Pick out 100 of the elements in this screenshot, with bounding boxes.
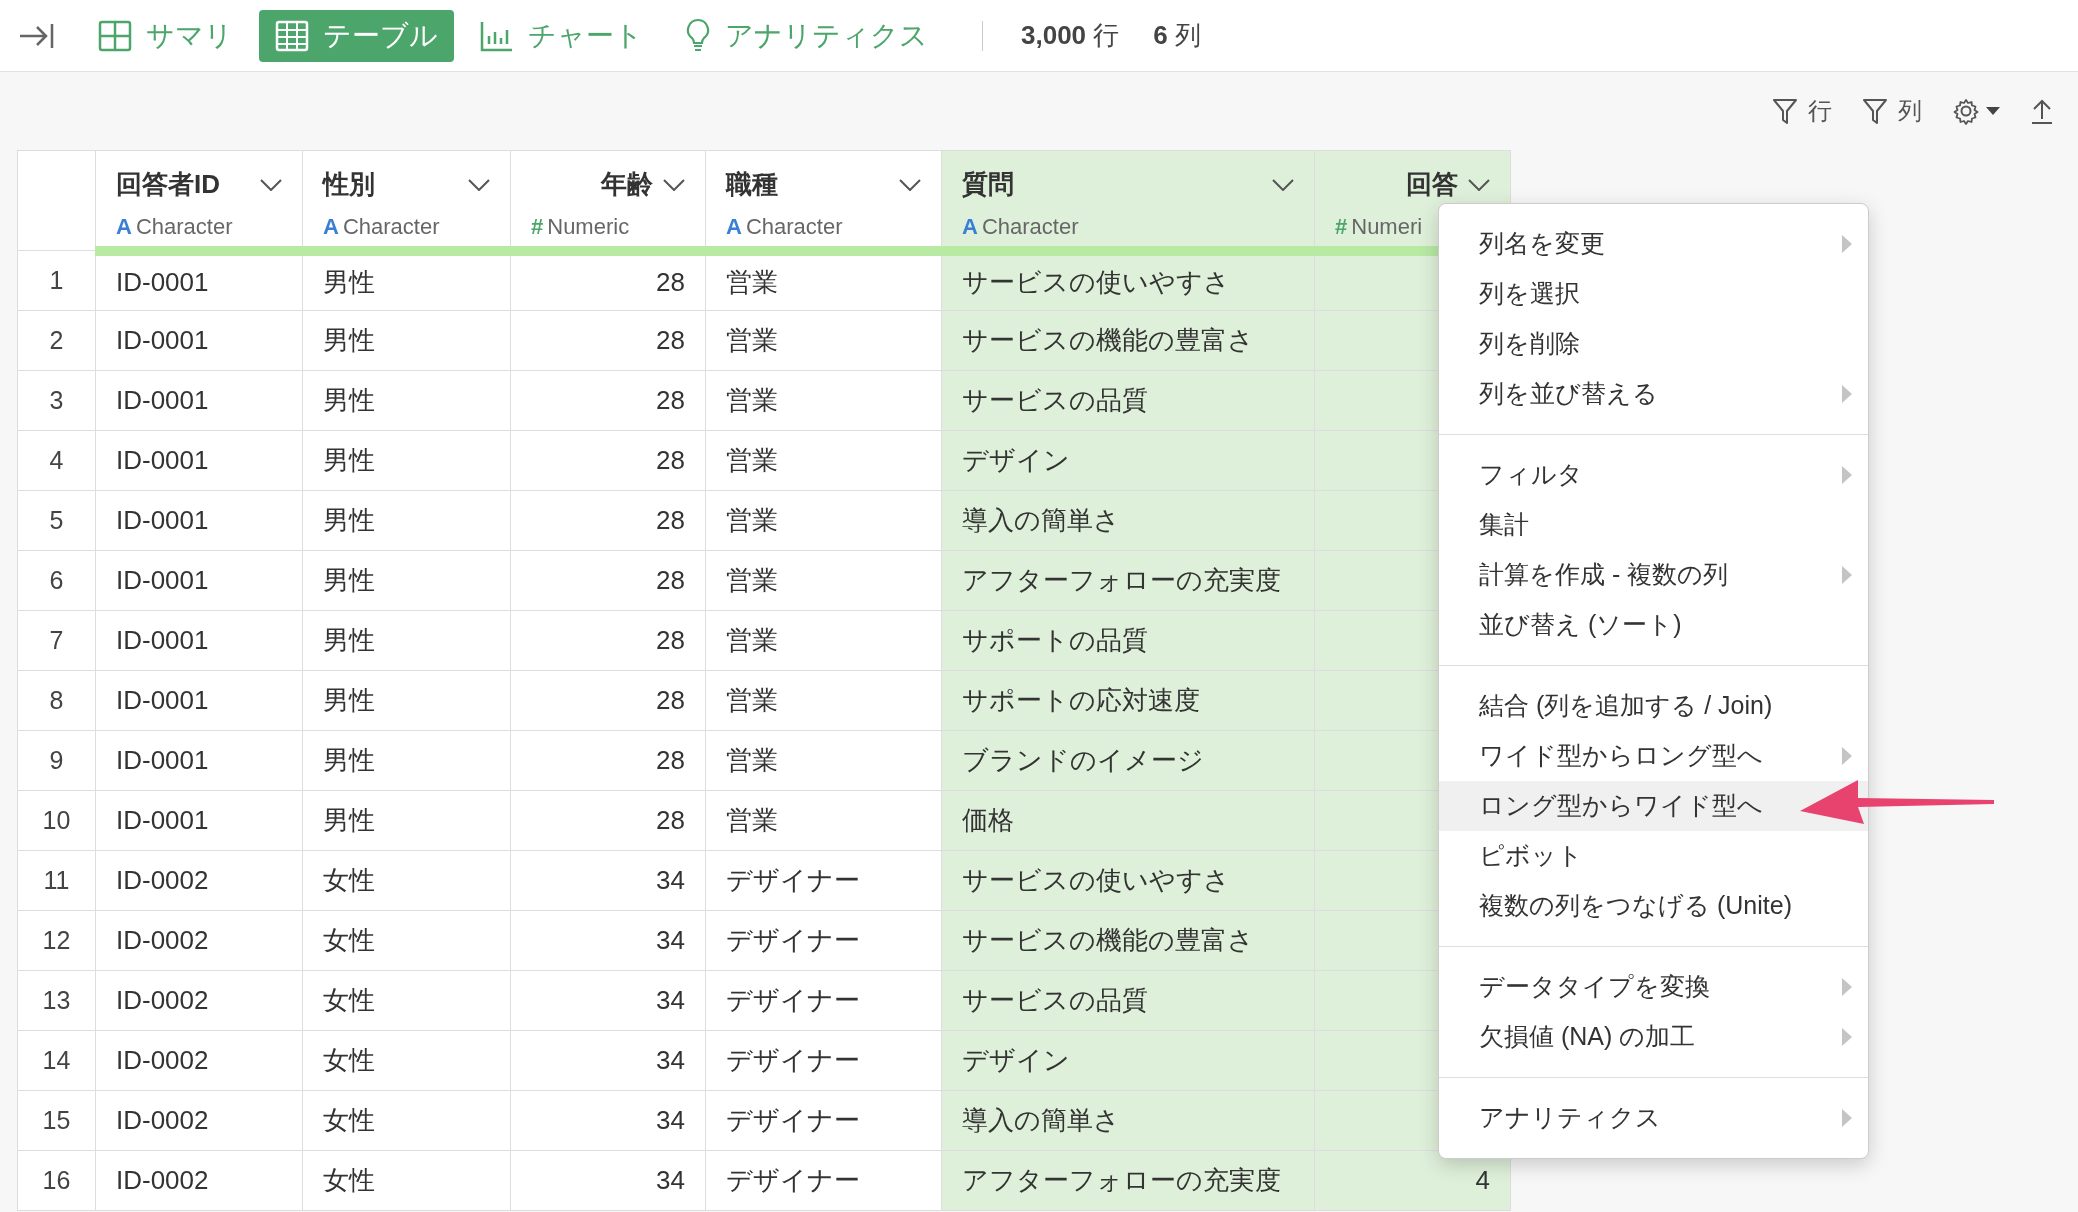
menu-item[interactable]: アナリティクス xyxy=(1439,1093,1868,1143)
menu-item[interactable]: 複数の列をつなげる (Unite) xyxy=(1439,881,1868,931)
table-cell: ID-0002 xyxy=(95,850,303,911)
chevron-down-icon[interactable] xyxy=(899,178,921,191)
table-cell: デザイナー xyxy=(705,1030,942,1091)
menu-item[interactable]: 列を削除 xyxy=(1439,319,1868,369)
bar-chart-icon xyxy=(480,19,514,52)
column-name: 年齢 xyxy=(601,168,653,201)
chevron-down-icon[interactable] xyxy=(1468,178,1490,191)
table-cell: デザイン xyxy=(941,430,1315,491)
table-cell: 男性 xyxy=(302,790,511,851)
column-filter-button[interactable]: 列 xyxy=(1862,93,1922,129)
table-cell: 営業 xyxy=(705,430,942,491)
count-label: 6 列 xyxy=(1153,19,1201,52)
table-cell: ID-0001 xyxy=(95,310,303,371)
column-name: 性別 xyxy=(323,168,375,201)
table-cell: サービスの使いやすさ xyxy=(941,850,1315,911)
settings-icon xyxy=(1952,97,1980,125)
table-cell: 女性 xyxy=(302,1090,511,1151)
type-label: Numeric xyxy=(547,213,630,241)
table-cell: デザイナー xyxy=(705,1090,942,1151)
table-cell: デザイナー xyxy=(705,850,942,911)
table-cell: 導入の簡単さ xyxy=(941,490,1315,551)
menu-item[interactable]: 集計 xyxy=(1439,500,1868,550)
table-cell: デザイナー xyxy=(705,970,942,1031)
row-number: 14 xyxy=(17,1030,96,1091)
menu-item[interactable]: 結合 (列を追加する / Join) xyxy=(1439,681,1868,731)
table-cell: 28 xyxy=(510,370,706,431)
table-cell: ID-0001 xyxy=(95,610,303,671)
table-cell: 28 xyxy=(510,730,706,791)
table-cell: ID-0002 xyxy=(95,910,303,971)
table-cell: 34 xyxy=(510,1090,706,1151)
row-filter-button[interactable]: 行 xyxy=(1772,93,1832,129)
type-label: Numeri xyxy=(1351,213,1423,241)
row-number: 7 xyxy=(17,610,96,671)
row-number: 1 xyxy=(17,250,96,311)
row-number: 10 xyxy=(17,790,96,851)
menu-item[interactable]: データタイプを変換 xyxy=(1439,962,1868,1012)
table-icon xyxy=(275,19,309,52)
chevron-down-icon[interactable] xyxy=(663,178,685,191)
count-label: 3,000 行 xyxy=(1021,19,1120,52)
lightbulb-icon xyxy=(685,17,711,54)
row-number: 4 xyxy=(17,430,96,491)
type-label: Character xyxy=(745,213,843,241)
table-cell: 営業 xyxy=(705,310,942,371)
column-name: 回答 xyxy=(1406,168,1458,201)
table-cell: 34 xyxy=(510,970,706,1031)
table-cell: デザイナー xyxy=(705,1150,942,1211)
menu-item[interactable]: 列を並び替える xyxy=(1439,369,1868,419)
menu-item[interactable]: ピボット xyxy=(1439,831,1868,881)
table-cell: 28 xyxy=(510,550,706,611)
type-icon: # xyxy=(1335,210,1348,241)
table-cell: 女性 xyxy=(302,910,511,971)
menu-item[interactable]: 計算を作成 - 複数の列 xyxy=(1439,550,1868,600)
table-cell: 34 xyxy=(510,850,706,911)
table-cell: 34 xyxy=(510,910,706,971)
row-number: 6 xyxy=(17,550,96,611)
menu-item[interactable]: ロング型からワイド型へ xyxy=(1439,781,1868,831)
table-cell: サービスの品質 xyxy=(941,370,1315,431)
chevron-down-icon[interactable] xyxy=(260,178,282,191)
table-cell: ID-0001 xyxy=(95,730,303,791)
table-cell: サービスの機能の豊富さ xyxy=(941,310,1315,371)
menu-item[interactable]: フィルタ xyxy=(1439,450,1868,500)
table-cell: アフターフォローの充実度 xyxy=(941,1150,1315,1211)
table-cell: サポートの品質 xyxy=(941,610,1315,671)
column-name: 職種 xyxy=(726,168,778,201)
table-cell: 営業 xyxy=(705,550,942,611)
menu-item[interactable]: 列を選択 xyxy=(1439,269,1868,319)
table-cell: 28 xyxy=(510,490,706,551)
row-number: 8 xyxy=(17,670,96,731)
table-cell: ID-0001 xyxy=(95,550,303,611)
table-cell: ID-0002 xyxy=(95,1090,303,1151)
row-number: 5 xyxy=(17,490,96,551)
table-cell: ID-0001 xyxy=(95,790,303,851)
column-name: 回答者ID xyxy=(116,168,220,201)
table-cell: 28 xyxy=(510,610,706,671)
table-cell: デザイナー xyxy=(705,910,942,971)
menu-item[interactable]: 並び替え (ソート) xyxy=(1439,600,1868,650)
table-cell: ID-0001 xyxy=(95,490,303,551)
menu-item[interactable]: ワイド型からロング型へ xyxy=(1439,731,1868,781)
settings-dropdown-button[interactable] xyxy=(1952,97,2000,125)
table-cell: 男性 xyxy=(302,310,511,371)
type-label: Character xyxy=(981,213,1079,241)
row-number: 11 xyxy=(17,850,96,911)
chevron-down-icon[interactable] xyxy=(468,178,490,191)
table-cell: 34 xyxy=(510,1150,706,1211)
upload-icon[interactable] xyxy=(2030,97,2054,125)
table-cell: 男性 xyxy=(302,490,511,551)
chevron-down-icon[interactable] xyxy=(1272,178,1294,191)
table-cell: ID-0001 xyxy=(95,670,303,731)
table-cell: 28 xyxy=(510,430,706,491)
table-cell: 営業 xyxy=(705,730,942,791)
menu-item[interactable]: 欠損値 (NA) の加工 xyxy=(1439,1012,1868,1062)
row-number: 9 xyxy=(17,730,96,791)
type-icon: # xyxy=(531,210,544,241)
table-cell: 28 xyxy=(510,310,706,371)
row-number: 12 xyxy=(17,910,96,971)
table-cell: デザイン xyxy=(941,1030,1315,1091)
table-cell: 営業 xyxy=(705,610,942,671)
table-cell: サポートの応対速度 xyxy=(941,670,1315,731)
